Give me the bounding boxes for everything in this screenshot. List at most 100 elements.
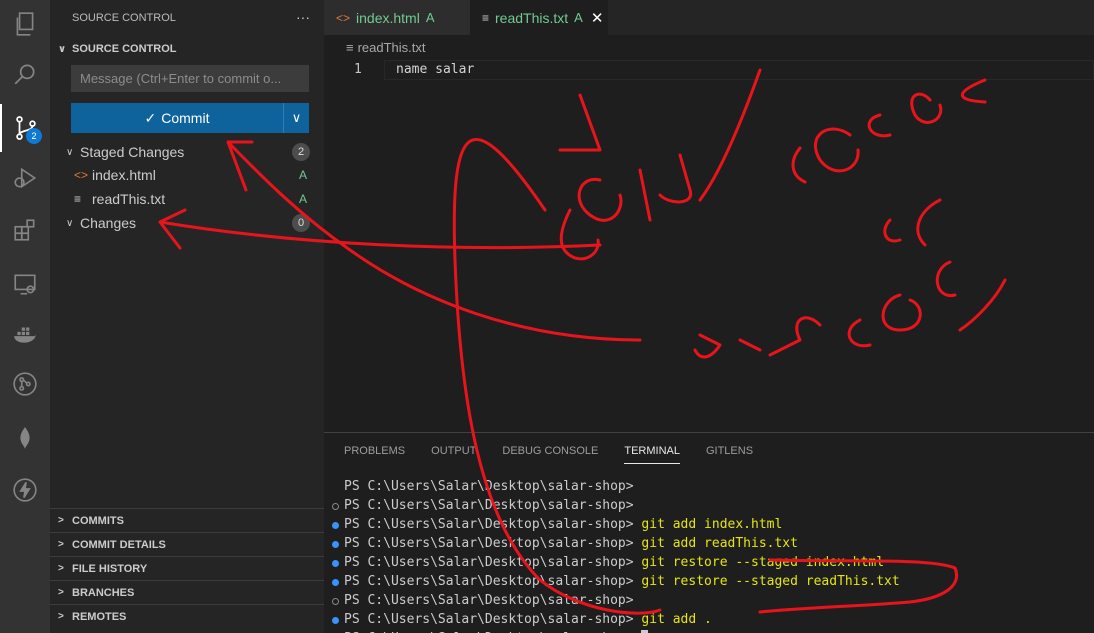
search-icon[interactable]	[0, 50, 50, 98]
terminal-command: git add index.html	[641, 517, 783, 532]
terminal-line: PS C:\Users\Salar\Desktop\salar-shop> gi…	[330, 553, 900, 572]
terminal-prompt: PS C:\Users\Salar\Desktop\salar-shop>	[344, 593, 634, 608]
thunder-client-icon[interactable]	[0, 466, 50, 514]
terminal-prompt: PS C:\Users\Salar\Desktop\salar-shop>	[344, 498, 634, 513]
explorer-icon[interactable]	[0, 0, 50, 48]
close-icon[interactable]: ✕	[591, 9, 604, 27]
section-title: SOURCE CONTROL	[72, 43, 177, 55]
chevron-right-icon: >	[58, 539, 64, 550]
staged-file-index-html[interactable]: <> index.html A	[50, 164, 324, 186]
more-actions-icon[interactable]: ···	[296, 9, 310, 25]
terminal-prompt: PS C:\Users\Salar\Desktop\salar-shop>	[344, 555, 634, 570]
annotation-small-arrow	[558, 93, 602, 152]
file-status: A	[298, 192, 307, 206]
check-icon: ✓	[144, 109, 157, 126]
staged-changes-label: Staged Changes	[80, 144, 185, 160]
chevron-down-icon: ∨	[66, 217, 74, 229]
changes-count-badge: 0	[292, 214, 310, 232]
text-file-icon: ≡	[346, 40, 354, 55]
commit-message-input[interactable]: Message (Ctrl+Enter to commit o...	[71, 65, 309, 92]
tab-problems[interactable]: PROBLEMS	[344, 445, 405, 464]
chevron-down-icon: ∨	[66, 146, 74, 158]
activity-bar: 2	[0, 0, 50, 633]
section-label: FILE HISTORY	[72, 562, 148, 575]
terminal-output[interactable]: PS C:\Users\Salar\Desktop\salar-shop> PS …	[330, 477, 900, 633]
file-name: index.html	[92, 167, 156, 183]
commit-dropdown-button[interactable]: ∨	[283, 103, 309, 133]
html-file-icon: <>	[336, 10, 351, 25]
terminal-command: git restore --staged index.html	[641, 555, 885, 570]
breadcrumb[interactable]: ≡ readThis.txt	[346, 40, 426, 55]
breadcrumb-file: readThis.txt	[357, 40, 426, 55]
tab-label: readThis.txt	[495, 9, 569, 26]
commit-details-section[interactable]: > COMMIT DETAILS	[50, 532, 324, 556]
tab-status: A	[574, 10, 583, 25]
tab-terminal[interactable]: TERMINAL	[624, 445, 680, 464]
command-marker-icon	[332, 503, 339, 510]
tab-index-html[interactable]: <> index.html A	[324, 0, 470, 35]
tab-readthis-txt[interactable]: ≡ readThis.txt A ✕	[470, 0, 608, 35]
command-marker-icon	[332, 598, 339, 605]
terminal-line: PS C:\Users\Salar\Desktop\salar-shop> gi…	[330, 572, 900, 591]
terminal-prompt: PS C:\Users\Salar\Desktop\salar-shop>	[344, 612, 634, 627]
terminal-line: PS C:\Users\Salar\Desktop\salar-shop> gi…	[330, 515, 900, 534]
tab-gitlens[interactable]: GITLENS	[706, 445, 753, 464]
section-label: COMMIT DETAILS	[72, 538, 166, 551]
line-number: 1	[354, 62, 362, 77]
code-editor[interactable]: 1 name salar	[324, 60, 1094, 80]
docker-icon[interactable]	[0, 310, 50, 358]
extensions-icon[interactable]	[0, 206, 50, 254]
staged-count-badge: 2	[292, 143, 310, 161]
section-label: BRANCHES	[72, 586, 135, 599]
command-success-icon	[332, 617, 339, 624]
terminal-line: PS C:\Users\Salar\Desktop\salar-shop>	[330, 477, 900, 496]
file-history-section[interactable]: > FILE HISTORY	[50, 556, 324, 580]
panel-tabs: PROBLEMS OUTPUT DEBUG CONSOLE TERMINAL G…	[344, 445, 779, 464]
chevron-right-icon: >	[58, 587, 64, 598]
remotes-section[interactable]: > REMOTES	[50, 604, 324, 628]
commit-button-group: ✓ Commit ∨	[71, 103, 309, 133]
code-line: name salar	[396, 62, 475, 77]
commit-label: Commit	[161, 110, 210, 126]
section-label: REMOTES	[72, 610, 127, 623]
chevron-right-icon: >	[58, 563, 64, 574]
terminal-command: git add .	[641, 612, 712, 627]
terminal-prompt: PS C:\Users\Salar\Desktop\salar-shop>	[344, 517, 634, 532]
tab-debug-console[interactable]: DEBUG CONSOLE	[502, 445, 598, 464]
chevron-down-icon: ∨	[58, 43, 67, 55]
changes-label: Changes	[80, 215, 137, 231]
text-file-icon: ≡	[482, 10, 490, 25]
current-line-highlight	[384, 60, 1094, 80]
sidebar-title: SOURCE CONTROL	[72, 11, 176, 24]
staged-changes-header[interactable]: ∨ Staged Changes 2	[50, 141, 324, 163]
annotation-persian-word-1	[791, 78, 987, 184]
file-name: readThis.txt	[92, 191, 166, 207]
terminal-line: PS C:\Users\Salar\Desktop\salar-shop> gi…	[330, 610, 900, 629]
source-control-icon[interactable]: 2	[0, 104, 50, 152]
remote-explorer-icon[interactable]	[0, 260, 50, 308]
tab-output[interactable]: OUTPUT	[431, 445, 476, 464]
changes-header[interactable]: ∨ Changes 0	[50, 212, 324, 234]
mongodb-icon[interactable]	[0, 414, 50, 462]
tab-label: index.html	[356, 9, 420, 26]
text-file-icon: ≡	[74, 192, 82, 206]
gitlens-icon[interactable]	[0, 360, 50, 408]
commits-section[interactable]: > COMMITS	[50, 508, 324, 532]
annotation-persian-word-2	[559, 68, 762, 261]
annotation-persian-word-4	[693, 260, 1007, 359]
run-debug-icon[interactable]	[0, 154, 50, 202]
chevron-right-icon: >	[58, 515, 64, 526]
terminal-command: git restore --staged readThis.txt	[641, 574, 900, 589]
commit-button[interactable]: ✓ Commit	[71, 103, 283, 133]
staged-file-readthis-txt[interactable]: ≡ readThis.txt A	[50, 188, 324, 210]
command-success-icon	[332, 579, 339, 586]
annotation-persian-word-3	[883, 198, 942, 247]
branches-section[interactable]: > BRANCHES	[50, 580, 324, 604]
editor-tab-bar: <> index.html A ≡ readThis.txt A ✕	[324, 0, 1094, 35]
terminal-command: git add readThis.txt	[641, 536, 798, 551]
command-success-icon	[332, 560, 339, 567]
terminal-line: PS C:\Users\Salar\Desktop\salar-shop>	[330, 591, 900, 610]
chevron-right-icon: >	[58, 611, 64, 622]
source-control-section-header[interactable]: ∨ SOURCE CONTROL	[50, 38, 324, 60]
command-success-icon	[332, 522, 339, 529]
